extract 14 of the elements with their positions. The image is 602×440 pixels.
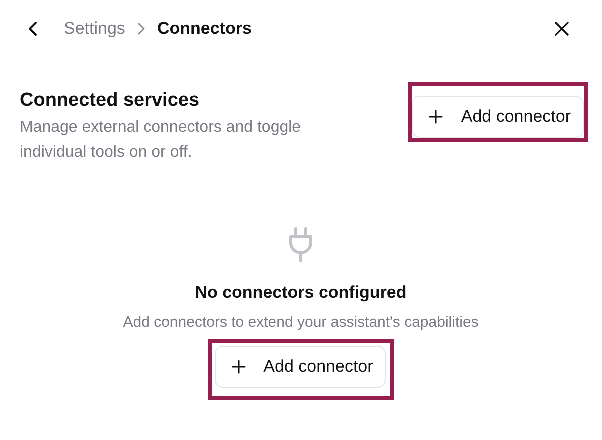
add-connector-button[interactable]: Add connector [412,96,584,138]
plug-icon [288,227,314,263]
add-connector-button[interactable]: Add connector [214,346,386,388]
current-page: Connectors [157,19,252,39]
empty-description: Add connectors to extend your assistant's capabilities [123,314,479,331]
close-icon[interactable] [554,21,570,37]
empty-title: No connectors configured [195,283,407,303]
chevron-icon [137,23,146,35]
section-title: Connected services [20,90,201,112]
back-icon[interactable] [28,21,38,37]
section-description: Manage external connectors and toggle individual tools on or off. [20,118,302,163]
plus-icon [429,110,444,124]
breadcrumb-link[interactable]: Settings [64,19,126,39]
plus-icon [232,360,246,374]
